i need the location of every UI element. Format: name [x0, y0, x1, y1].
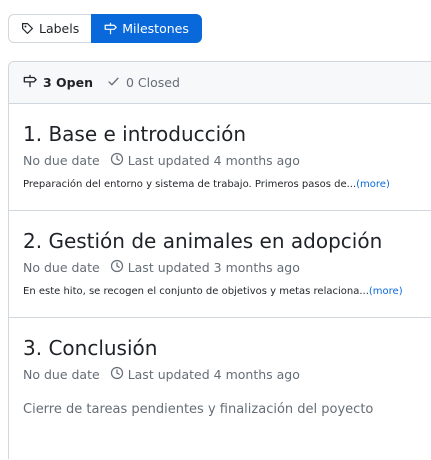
more-link[interactable]: (more): [356, 179, 390, 190]
labels-tab-label: Labels: [39, 21, 80, 36]
due-date: No due date: [23, 367, 100, 382]
due-date: No due date: [23, 260, 100, 275]
last-updated-text: Last updated 4 months ago: [127, 153, 300, 168]
last-updated: Last updated 4 months ago: [110, 152, 300, 169]
milestones-list-header: 3 Open 0 Closed: [9, 62, 431, 104]
last-updated: Last updated 3 months ago: [110, 259, 300, 276]
milestones-page: Labels Milestones 3 Open 0 Closed 1. Bas…: [0, 0, 431, 460]
milestones-tab-label: Milestones: [122, 21, 189, 36]
milestone-icon: [23, 74, 37, 91]
milestone-title[interactable]: 2. Gestión de animales en adopción: [23, 229, 382, 253]
clock-icon: [110, 152, 124, 169]
clock-icon: [110, 366, 124, 383]
description-text: Preparación del entorno y sistema de tra…: [23, 179, 357, 190]
closed-count-label: 0 Closed: [126, 75, 180, 90]
tag-icon: [21, 22, 34, 35]
last-updated-text: Last updated 4 months ago: [127, 367, 300, 382]
milestone-title[interactable]: 1. Base e introducción: [23, 122, 246, 146]
due-date: No due date: [23, 153, 100, 168]
milestone-meta: No due date Last updated 4 months ago: [23, 366, 300, 383]
milestones-list: 3 Open 0 Closed 1. Base e introducción N…: [8, 61, 431, 459]
closed-filter[interactable]: 0 Closed: [107, 75, 180, 91]
description-text: En este hito, se recogen el conjunto de …: [23, 286, 369, 297]
milestones-tab[interactable]: Milestones: [91, 14, 202, 43]
milestone-description: En este hito, se recogen el conjunto de …: [23, 286, 403, 297]
milestone-item: 1. Base e introducción No due date Last …: [9, 104, 431, 211]
last-updated: Last updated 4 months ago: [110, 366, 300, 383]
milestone-title[interactable]: 3. Conclusión: [23, 336, 157, 360]
milestone-description: Preparación del entorno y sistema de tra…: [23, 179, 390, 190]
labels-milestones-toggle: Labels Milestones: [8, 14, 202, 43]
open-count-label: 3 Open: [43, 75, 93, 90]
last-updated-text: Last updated 3 months ago: [127, 260, 300, 275]
milestone-item: 2. Gestión de animales en adopción No du…: [9, 211, 431, 318]
milestone-icon: [104, 22, 118, 35]
milestone-item: 3. Conclusión No due date Last updated 4…: [9, 318, 431, 449]
milestone-meta: No due date Last updated 3 months ago: [23, 259, 300, 276]
milestone-description: Cierre de tareas pendientes y finalizaci…: [23, 402, 374, 417]
labels-tab[interactable]: Labels: [8, 14, 92, 43]
milestone-meta: No due date Last updated 4 months ago: [23, 152, 300, 169]
check-icon: [107, 75, 120, 91]
open-filter[interactable]: 3 Open: [23, 74, 93, 91]
clock-icon: [110, 259, 124, 276]
more-link[interactable]: (more): [369, 286, 403, 297]
